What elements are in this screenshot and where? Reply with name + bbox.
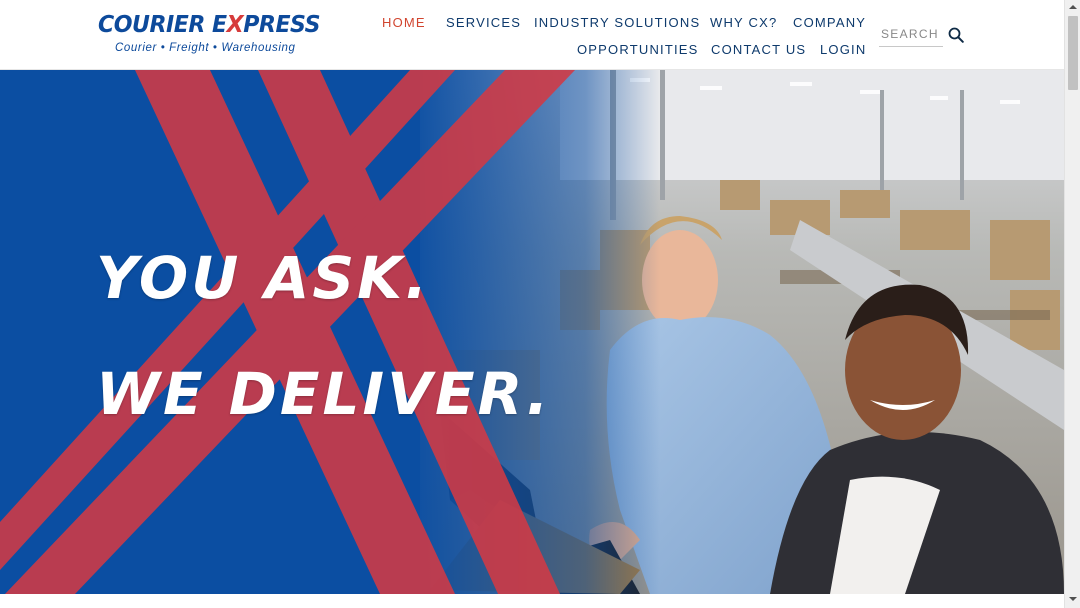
nav-login[interactable]: LOGIN bbox=[820, 42, 866, 57]
nav-home[interactable]: HOME bbox=[382, 15, 426, 30]
hero-background-image bbox=[0, 70, 1064, 594]
logo-tagline: Courier • Freight • Warehousing bbox=[115, 42, 296, 54]
search-input[interactable]: SEARCH bbox=[879, 25, 943, 47]
nav-services[interactable]: SERVICES bbox=[446, 15, 521, 30]
nav-industry-solutions[interactable]: INDUSTRY SOLUTIONS bbox=[534, 15, 700, 30]
nav-contact-us[interactable]: CONTACT US bbox=[711, 42, 806, 57]
scroll-down-arrow-icon[interactable] bbox=[1065, 592, 1080, 606]
hero-headline-line2: WE DELIVER. bbox=[96, 360, 552, 428]
magnifier-icon[interactable] bbox=[948, 27, 964, 43]
courier-express-logo[interactable]: COURIER EXPRESS Courier • Freight • Ware… bbox=[98, 12, 328, 58]
nav-why-cx[interactable]: WHY CX? bbox=[710, 15, 777, 30]
logo-wordmark: COURIER EXPRESS bbox=[98, 12, 321, 38]
hero-banner: YOU ASK. WE DELIVER. bbox=[0, 70, 1064, 594]
vertical-scrollbar[interactable] bbox=[1064, 0, 1080, 608]
site-header: COURIER EXPRESS Courier • Freight • Ware… bbox=[0, 0, 1064, 70]
page-bottom-edge bbox=[0, 594, 1064, 608]
hero-headline-line1: YOU ASK. bbox=[96, 244, 431, 312]
scroll-up-arrow-icon[interactable] bbox=[1065, 0, 1080, 14]
nav-company[interactable]: COMPANY bbox=[793, 15, 866, 30]
scrollbar-thumb[interactable] bbox=[1068, 16, 1078, 90]
nav-opportunities[interactable]: OPPORTUNITIES bbox=[577, 42, 699, 57]
